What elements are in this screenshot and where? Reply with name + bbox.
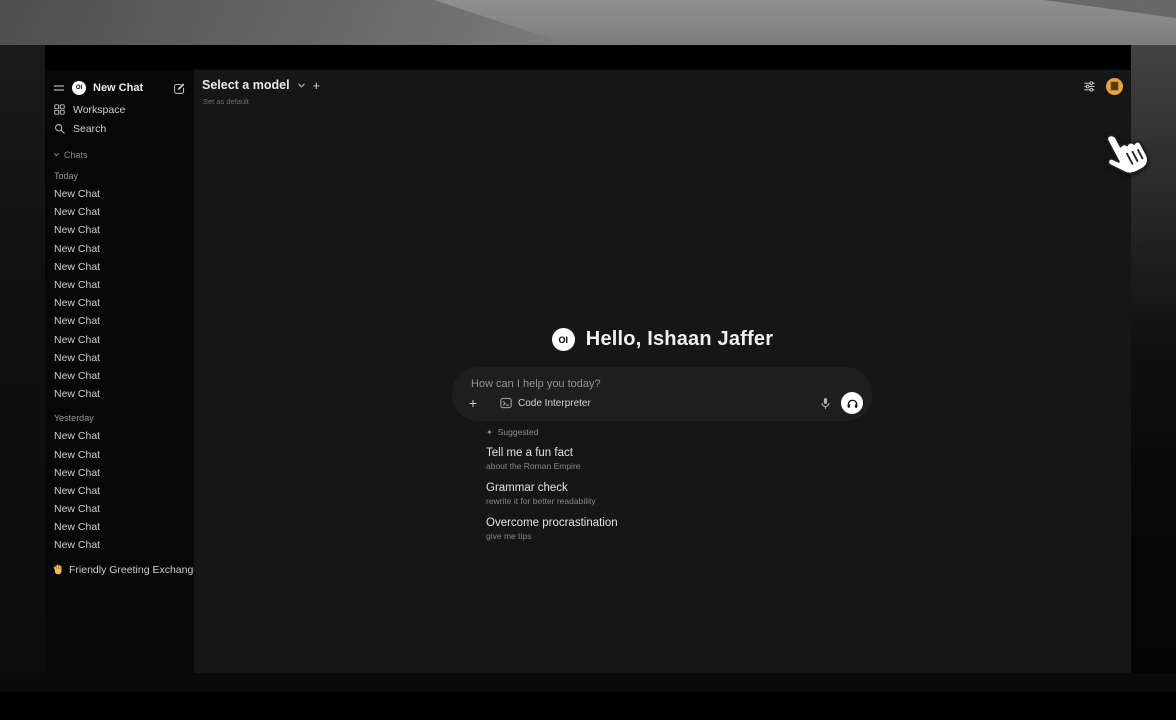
chat-list-item[interactable]: New Chat [53,464,186,482]
search-label: Search [73,123,106,135]
suggested-prompt[interactable]: Grammar check rewrite it for better read… [486,481,618,507]
chat-group-label-yesterday: Yesterday [53,411,186,425]
suggested-list: Tell me a fun fact about the Roman Empir… [486,446,618,542]
menu-icon[interactable] [53,82,65,94]
sidebar-item-workspace[interactable]: Workspace [53,100,186,119]
chat-list-item[interactable]: New Chat [53,185,186,203]
chevron-down-icon [53,151,60,158]
suggested-prompt-subtitle: rewrite it for better readability [486,496,618,507]
chat-list-today: New ChatNew ChatNew ChatNew ChatNew Chat… [53,185,186,403]
greeting: OI Hello, Ishaan Jaffer [194,328,1131,351]
sidebar-header: OI New Chat [53,76,186,100]
headphones-icon [846,397,859,410]
chat-list-item[interactable]: New Chat [53,312,186,330]
model-selector[interactable]: Select a model + [202,77,320,93]
suggested-section: ✦ Suggested Tell me a fun fact about the… [486,427,618,551]
chat-list-item[interactable]: New Chat [53,203,186,221]
desktop-background-bar [0,692,1176,720]
app-logo-icon: OI [552,328,575,351]
chat-list-item[interactable]: New Chat [53,367,186,385]
set-as-default-link[interactable]: Set as default [203,97,249,106]
chat-list-item[interactable]: New Chat [53,294,186,312]
chat-list-item[interactable]: New Chat [53,518,186,536]
search-icon [54,123,65,134]
chat-list-item[interactable]: New Chat [53,427,186,445]
chat-list-item[interactable]: New Chat [53,385,186,403]
sidebar-title: New Chat [93,82,143,94]
sidebar: OI New Chat Workspace [45,70,194,673]
code-interpreter-toggle[interactable]: Code Interpreter [500,397,591,409]
suggested-prompt-subtitle: give me tips [486,531,618,542]
chat-list-item-friendly-greeting[interactable]: Friendly Greeting Exchange [53,561,186,579]
voice-call-button[interactable] [841,392,863,414]
screen: OI New Chat Workspace [0,0,1176,720]
model-selector-label: Select a model [202,78,290,92]
suggested-header: ✦ Suggested [486,427,618,437]
wave-emoji-icon [53,564,64,575]
input-controls: + Code Interpreter [465,391,863,415]
chat-list-item[interactable]: New Chat [53,500,186,518]
chat-list-item[interactable]: New Chat [53,276,186,294]
chat-list-item[interactable]: New Chat [53,445,186,463]
open-webui-window: OI New Chat Workspace [45,45,1131,673]
suggested-prompt-title: Grammar check [486,481,618,495]
workspace-label: Workspace [73,104,125,116]
user-avatar[interactable] [1106,78,1123,95]
chat-list-item[interactable]: New Chat [53,258,186,276]
chats-section-toggle[interactable]: Chats [53,148,186,161]
chat-list-item[interactable]: New Chat [53,221,186,239]
desktop-background-right [1131,45,1176,673]
chevron-down-icon [297,81,306,90]
new-chat-edit-icon[interactable] [173,82,186,95]
chat-title: Friendly Greeting Exchange [69,564,199,576]
suggested-prompt-title: Tell me a fun fact [486,446,618,460]
suggested-prompt-subtitle: about the Roman Empire [486,461,618,472]
chat-input-card[interactable]: + Code Interpreter [452,367,872,421]
sparkle-icon: ✦ [486,428,493,437]
greeting-text: Hello, Ishaan Jaffer [586,328,773,351]
chat-list-item[interactable]: New Chat [53,331,186,349]
desktop-background-left [0,45,45,673]
add-model-button[interactable]: + [313,79,321,92]
suggested-prompt-title: Overcome procrastination [486,516,618,530]
main-panel: Select a model + Set as default OI H [194,70,1131,673]
chat-list-item[interactable]: New Chat [53,349,186,367]
chats-section-label: Chats [64,150,88,160]
chat-list-item[interactable]: New Chat [53,536,186,554]
app-logo-icon: OI [72,81,86,95]
chat-list-yesterday: New ChatNew ChatNew ChatNew ChatNew Chat… [53,427,186,554]
chat-list-item[interactable]: New Chat [53,240,186,258]
suggested-label: Suggested [498,427,539,437]
chat-list-item[interactable]: New Chat [53,482,186,500]
workspace-grid-icon [54,104,65,115]
code-interpreter-icon [500,397,512,409]
attach-plus-button[interactable]: + [465,396,481,410]
topbar-right [1083,77,1123,95]
code-interpreter-label: Code Interpreter [518,398,591,409]
microphone-icon[interactable] [819,397,832,410]
sidebar-item-search[interactable]: Search [53,119,186,138]
suggested-prompt[interactable]: Tell me a fun fact about the Roman Empir… [486,446,618,472]
controls-sliders-icon[interactable] [1083,80,1096,93]
suggested-prompt[interactable]: Overcome procrastination give me tips [486,516,618,542]
chat-group-label-today: Today [53,169,186,183]
